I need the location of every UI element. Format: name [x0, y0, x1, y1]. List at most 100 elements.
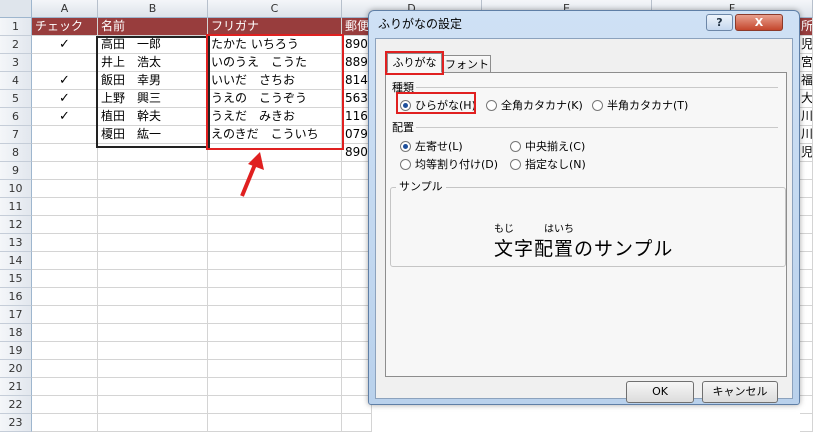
cell-g[interactable]: 宮	[800, 54, 813, 72]
row-header[interactable]: 10	[0, 180, 32, 198]
cell-check[interactable]	[32, 234, 98, 252]
cell-a1[interactable]: チェック	[32, 18, 98, 36]
select-all-corner[interactable]	[0, 0, 32, 18]
cell-name[interactable]	[98, 162, 208, 180]
cell-g[interactable]	[800, 180, 813, 198]
cell-g[interactable]: 川	[800, 126, 813, 144]
cell-furigana[interactable]	[208, 252, 342, 270]
cell-check[interactable]: ✓	[32, 72, 98, 90]
cell-g[interactable]: 児	[800, 144, 813, 162]
row-header[interactable]: 20	[0, 360, 32, 378]
cell-check[interactable]	[32, 324, 98, 342]
cell-check[interactable]	[32, 378, 98, 396]
row-header[interactable]: 23	[0, 414, 32, 432]
row-header[interactable]: 21	[0, 378, 32, 396]
cell-g[interactable]	[800, 252, 813, 270]
row-header[interactable]: 17	[0, 306, 32, 324]
cell-name[interactable]	[98, 198, 208, 216]
cell-check[interactable]	[32, 414, 98, 432]
row-header[interactable]: 2	[0, 36, 32, 54]
cell-name[interactable]	[98, 324, 208, 342]
cell-check[interactable]: ✓	[32, 108, 98, 126]
cell-zip[interactable]	[342, 414, 372, 432]
cell-g[interactable]	[800, 324, 813, 342]
help-button[interactable]: ?	[706, 14, 733, 31]
dialog-titlebar[interactable]: ふりがなの設定 ? X	[369, 11, 799, 37]
row-header[interactable]: 7	[0, 126, 32, 144]
ok-button[interactable]: OK	[626, 381, 694, 403]
cell-g1[interactable]: 所	[800, 18, 813, 36]
row-header[interactable]: 5	[0, 90, 32, 108]
cell-furigana[interactable]	[208, 396, 342, 414]
cell-check[interactable]	[32, 342, 98, 360]
cell-furigana[interactable]	[208, 360, 342, 378]
cell-check[interactable]	[32, 162, 98, 180]
cell-g[interactable]	[800, 270, 813, 288]
cell-g[interactable]	[800, 198, 813, 216]
cell-furigana[interactable]	[208, 234, 342, 252]
cell-name[interactable]	[98, 360, 208, 378]
cell-g[interactable]	[800, 288, 813, 306]
cell-check[interactable]	[32, 216, 98, 234]
cell-g[interactable]	[800, 396, 813, 414]
cell-b1[interactable]: 名前	[98, 18, 208, 36]
cell-name[interactable]	[98, 288, 208, 306]
cell-furigana[interactable]	[208, 378, 342, 396]
row-header[interactable]: 1	[0, 18, 32, 36]
row-header[interactable]: 13	[0, 234, 32, 252]
column-header-c[interactable]: C	[208, 0, 342, 18]
cell-check[interactable]	[32, 252, 98, 270]
row-header[interactable]: 12	[0, 216, 32, 234]
cell-g[interactable]: 大	[800, 90, 813, 108]
row-header[interactable]: 9	[0, 162, 32, 180]
cell-furigana[interactable]	[208, 162, 342, 180]
cell-furigana[interactable]	[208, 324, 342, 342]
cell-g[interactable]	[800, 216, 813, 234]
cell-name[interactable]	[98, 414, 208, 432]
cell-check[interactable]	[32, 126, 98, 144]
row-header[interactable]: 16	[0, 288, 32, 306]
cell-g[interactable]	[800, 162, 813, 180]
cell-g[interactable]	[800, 234, 813, 252]
cell-name[interactable]	[98, 270, 208, 288]
tab-font[interactable]: フォント	[443, 55, 491, 73]
cell-furigana[interactable]	[208, 180, 342, 198]
radio-align-none[interactable]: 指定なし(N)	[510, 156, 586, 172]
cell-g[interactable]: 児	[800, 36, 813, 54]
cell-check[interactable]	[32, 288, 98, 306]
cell-furigana[interactable]	[208, 342, 342, 360]
column-header-b[interactable]: B	[98, 0, 208, 18]
row-header[interactable]: 4	[0, 72, 32, 90]
row-header[interactable]: 8	[0, 144, 32, 162]
cell-g[interactable]	[800, 378, 813, 396]
radio-align-distributed[interactable]: 均等割り付け(D)	[400, 156, 498, 172]
cell-name[interactable]	[98, 396, 208, 414]
cell-furigana[interactable]	[208, 288, 342, 306]
close-button[interactable]: X	[735, 14, 783, 31]
cell-furigana[interactable]	[208, 414, 342, 432]
radio-hankaku-katakana[interactable]: 半角カタカナ(T)	[592, 97, 688, 113]
cell-name[interactable]	[98, 342, 208, 360]
cell-check[interactable]	[32, 396, 98, 414]
cell-furigana[interactable]	[208, 216, 342, 234]
cell-g[interactable]	[800, 342, 813, 360]
cell-check[interactable]	[32, 306, 98, 324]
row-header[interactable]: 18	[0, 324, 32, 342]
radio-align-center[interactable]: 中央揃え(C)	[510, 138, 585, 154]
radio-zenkaku-katakana[interactable]: 全角カタカナ(K)	[486, 97, 583, 113]
cell-furigana[interactable]	[208, 198, 342, 216]
cell-check[interactable]	[32, 198, 98, 216]
cell-check[interactable]: ✓	[32, 36, 98, 54]
cell-name[interactable]	[98, 180, 208, 198]
row-header[interactable]: 11	[0, 198, 32, 216]
cell-name[interactable]	[98, 216, 208, 234]
cell-g[interactable]: 福	[800, 72, 813, 90]
radio-align-left[interactable]: 左寄せ(L)	[400, 138, 463, 154]
row-header[interactable]: 6	[0, 108, 32, 126]
row-header[interactable]: 3	[0, 54, 32, 72]
cell-name[interactable]	[98, 234, 208, 252]
cell-check[interactable]	[32, 360, 98, 378]
cell-check[interactable]	[32, 144, 98, 162]
row-header[interactable]: 22	[0, 396, 32, 414]
cell-g[interactable]: 川	[800, 108, 813, 126]
